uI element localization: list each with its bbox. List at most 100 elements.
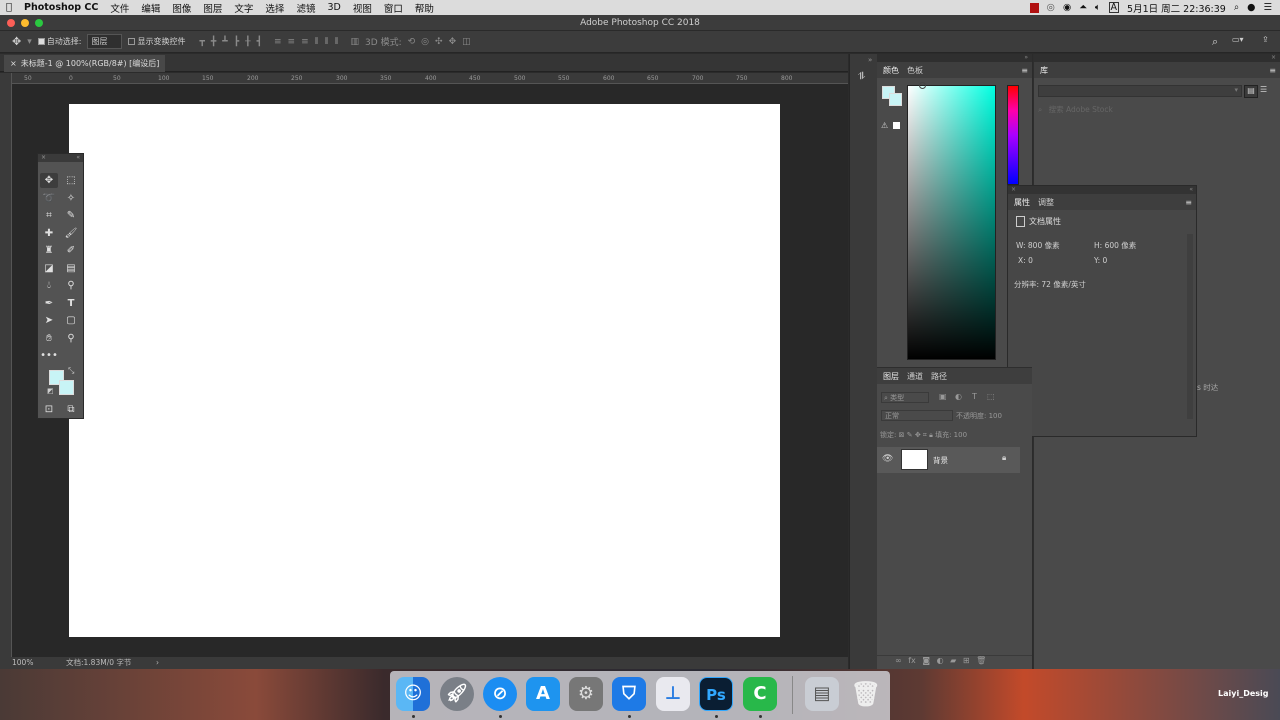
filter-type-icon[interactable]: T xyxy=(972,392,977,401)
distribute-top-icon[interactable]: ≡ xyxy=(274,37,282,47)
panel-menu-icon[interactable]: ≡ xyxy=(1185,198,1196,207)
status-menu-arrow-icon[interactable]: › xyxy=(156,657,159,669)
path-selection-tool-icon[interactable]: ➤ xyxy=(40,313,58,328)
app-store-icon[interactable]: A xyxy=(526,677,560,711)
menu-3d[interactable]: 3D xyxy=(321,2,346,13)
roll-3d-icon[interactable]: ◎ xyxy=(421,37,429,47)
blend-mode-dropdown[interactable]: 正常 xyxy=(881,410,953,421)
zoom-level[interactable]: 100% xyxy=(12,657,33,669)
panel-menu-icon[interactable]: ≡ xyxy=(1269,66,1280,75)
menu-filter[interactable]: 滤镜 xyxy=(290,1,321,15)
tab-paths[interactable]: 路径 xyxy=(931,371,947,382)
doc-size-info[interactable]: 文档:1.83M/0 字节 xyxy=(66,657,131,669)
move-tool-preset-icon[interactable]: ✥ xyxy=(12,35,21,48)
apple-menu-icon[interactable]:  xyxy=(0,2,18,13)
properties-scrollbar[interactable] xyxy=(1187,234,1193,419)
menu-select[interactable]: 选择 xyxy=(259,1,290,15)
library-dropdown[interactable]: ▾ xyxy=(1038,85,1242,97)
app-menu[interactable]: Photoshop CC xyxy=(18,2,104,13)
library-search-field[interactable]: ⌕ 搜索 Adobe Stock xyxy=(1038,104,1274,116)
pen-tool-icon[interactable]: ✒ xyxy=(40,296,58,311)
add-mask-icon[interactable]: ◙ xyxy=(922,656,930,665)
panel-dock-header[interactable]: » xyxy=(877,54,1032,62)
vertical-ruler[interactable] xyxy=(0,73,12,657)
zoom-tool-icon[interactable]: ⚲ xyxy=(62,331,80,346)
slide-3d-icon[interactable]: ✥ xyxy=(449,37,457,47)
crop-tool-icon[interactable]: ⌗ xyxy=(40,208,58,223)
filter-adjustment-icon[interactable]: ◐ xyxy=(955,392,962,401)
collapse-strip-icon[interactable]: » xyxy=(850,54,877,64)
tab-color[interactable]: 颜色 xyxy=(883,65,899,76)
layer-row[interactable]: 👁︎ 背景 🔒︎ xyxy=(877,447,1020,473)
panel-dock-header[interactable]: × xyxy=(1034,54,1280,62)
photoshop-icon[interactable]: Ps xyxy=(699,677,733,711)
distribute-right-icon[interactable]: ⦀ xyxy=(335,37,339,47)
history-brush-tool-icon[interactable]: ✐ xyxy=(62,243,80,258)
system-preferences-icon[interactable]: ⚙ xyxy=(569,677,603,711)
blur-tool-icon[interactable]: 💧︎ xyxy=(40,278,58,293)
spotlight-icon[interactable]: ⌕ xyxy=(1234,2,1239,13)
screen-record-icon[interactable]: ◎ xyxy=(1047,2,1055,13)
type-tool-icon[interactable]: T xyxy=(62,296,80,311)
list-view-icon[interactable]: ☰ xyxy=(1260,85,1267,94)
rectangle-tool-icon[interactable]: ▢ xyxy=(62,313,80,328)
align-right-icon[interactable]: ┫ xyxy=(257,37,262,47)
dodge-tool-icon[interactable]: ⚲ xyxy=(62,278,80,293)
color-picker-field[interactable] xyxy=(907,82,996,360)
scale-3d-icon[interactable]: ◫ xyxy=(462,37,471,47)
status-app-icon[interactable] xyxy=(1029,2,1039,13)
tab-layers[interactable]: 图层 xyxy=(883,371,899,382)
filter-pixel-icon[interactable]: ▣ xyxy=(939,392,947,401)
color-panel-background-swatch[interactable] xyxy=(889,93,902,106)
height-field[interactable]: H: 600 像素 xyxy=(1094,240,1136,251)
finder-icon[interactable]: ☺ xyxy=(396,677,430,711)
siri-icon[interactable]: ● xyxy=(1247,2,1255,13)
align-bottom-icon[interactable]: ┻ xyxy=(222,37,227,47)
filter-shape-icon[interactable]: ⬚ xyxy=(987,392,995,401)
eyedropper-tool-icon[interactable]: ✎ xyxy=(62,208,80,223)
panel-menu-icon[interactable]: ≡ xyxy=(1021,66,1032,75)
history-panel-icon[interactable]: ⥮ xyxy=(858,71,865,82)
healing-brush-tool-icon[interactable]: ✚ xyxy=(40,226,58,241)
menu-window[interactable]: 窗口 xyxy=(378,1,409,15)
wifi-icon[interactable]: ⏶ xyxy=(1079,2,1087,13)
distribute-vcenter-icon[interactable]: ≡ xyxy=(288,37,296,47)
document-tab[interactable]: × 未标题-1 @ 100%(RGB/8#) [编设后] xyxy=(4,55,166,72)
auto-select-checkbox[interactable]: 自动选择: xyxy=(37,36,81,47)
new-adjustment-layer-icon[interactable]: ◐ xyxy=(937,656,944,665)
menu-type[interactable]: 文字 xyxy=(228,1,259,15)
screen-mode-icon[interactable]: ⧉ xyxy=(62,402,80,417)
new-group-icon[interactable]: ▰ xyxy=(950,656,956,665)
search-icon[interactable]: ⌕ xyxy=(1212,35,1218,49)
show-transform-checkbox[interactable]: 显示变换控件 xyxy=(128,36,185,47)
websafe-swatch[interactable] xyxy=(893,122,900,129)
layer-name[interactable]: 背景 xyxy=(933,455,948,466)
notification-center-icon[interactable]: ☰ xyxy=(1263,2,1272,13)
grid-view-icon[interactable]: ▤ xyxy=(1244,85,1258,98)
tencent-pc-manager-icon[interactable]: ⛉ xyxy=(612,677,646,711)
workspace-icon[interactable]: ▭▾ xyxy=(1232,35,1244,44)
menu-file[interactable]: 文件 xyxy=(104,1,135,15)
menu-view[interactable]: 视图 xyxy=(347,1,378,15)
close-tab-icon[interactable]: × xyxy=(10,59,17,68)
opacity-field[interactable]: 不透明度: 100 xyxy=(956,411,1002,421)
y-field[interactable]: Y: 0 xyxy=(1094,256,1107,265)
toolbox-header[interactable]: × « xyxy=(38,154,83,162)
link-layers-icon[interactable]: ∞ xyxy=(895,656,902,665)
width-field[interactable]: W: 800 像素 xyxy=(1016,240,1060,251)
drag-3d-icon[interactable]: ✣ xyxy=(435,37,443,47)
x-field[interactable]: X: 0 xyxy=(1018,256,1033,265)
distribute-hcenter-icon[interactable]: ⦀ xyxy=(325,37,329,47)
hand-tool-icon[interactable]: ✋︎ xyxy=(40,331,58,346)
align-top-icon[interactable]: ┳ xyxy=(199,37,204,47)
move-tool-icon[interactable]: ✥ xyxy=(40,173,58,188)
clone-stamp-tool-icon[interactable]: ♜ xyxy=(40,243,58,258)
quick-mask-icon[interactable]: ⊡ xyxy=(40,402,58,417)
background-color-swatch[interactable] xyxy=(59,380,74,395)
marquee-tool-icon[interactable]: ⬚ xyxy=(62,173,80,188)
lock-image-icon[interactable]: ✎ xyxy=(907,431,913,439)
new-layer-icon[interactable]: ⊞ xyxy=(963,656,970,665)
tab-adjustments[interactable]: 调整 xyxy=(1038,197,1054,208)
menubar-clock[interactable]: 5月1日 周二 22:36:39 xyxy=(1127,1,1226,15)
minimize-window-button[interactable] xyxy=(21,19,29,27)
